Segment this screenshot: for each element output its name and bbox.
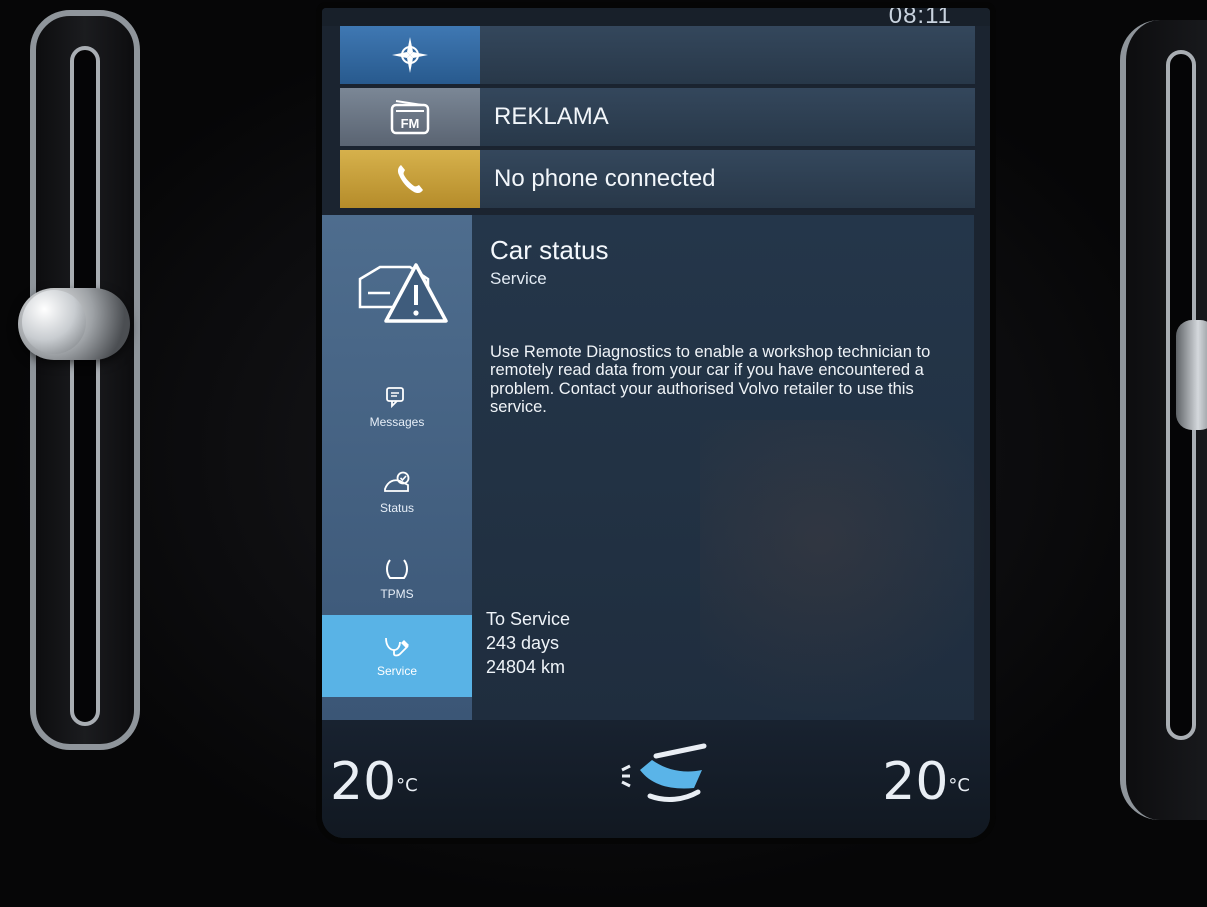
phone-status-label: No phone connected bbox=[494, 165, 716, 192]
status-bar: 08:11 bbox=[322, 8, 990, 29]
car-status-app: Messages Status TPMS Service Car status … bbox=[322, 215, 974, 720]
messages-icon bbox=[386, 387, 404, 409]
radio-station-label: REKLAMA bbox=[494, 103, 609, 130]
left-air-vent bbox=[30, 10, 140, 750]
radio-tile-icon-area: FM bbox=[340, 88, 480, 146]
sidebar-item-label: Messages bbox=[369, 415, 425, 429]
tile-navigation[interactable] bbox=[340, 26, 975, 86]
tpms-icon bbox=[386, 559, 408, 579]
tile-phone[interactable]: No phone connected bbox=[340, 150, 975, 210]
service-description: Use Remote Diagnostics to enable a works… bbox=[490, 343, 931, 417]
svg-text:FM: FM bbox=[401, 116, 420, 131]
car-status-content: Car status Service Use Remote Diagnostic… bbox=[472, 215, 974, 720]
temp-unit: °C bbox=[396, 775, 418, 796]
vent-slot bbox=[70, 46, 100, 726]
car-status-sidebar: Messages Status TPMS Service bbox=[322, 215, 472, 720]
sidebar-item-label: Status bbox=[379, 501, 415, 515]
sidebar-item-tpms[interactable]: TPMS bbox=[322, 539, 472, 619]
service-icon bbox=[385, 637, 409, 657]
phone-icon bbox=[397, 165, 423, 194]
compass-icon bbox=[392, 37, 428, 73]
service-distance: 24804 km bbox=[486, 657, 566, 677]
right-temp-value: 20 bbox=[882, 752, 949, 812]
sidebar-item-service[interactable]: Service bbox=[322, 615, 472, 697]
service-heading: To Service bbox=[486, 609, 571, 629]
page-title: Car status bbox=[490, 235, 609, 265]
center-display: 08:11 FM REKLAMA No phone connected Mess… bbox=[322, 8, 990, 838]
sidebar-item-status[interactable]: Status bbox=[322, 453, 472, 533]
temp-unit: °C bbox=[948, 775, 970, 796]
climate-bar: 20°C 20°C bbox=[322, 720, 990, 838]
vent-knob[interactable] bbox=[1176, 320, 1207, 430]
sidebar-item-label: Service bbox=[376, 664, 417, 678]
sidebar-item-messages[interactable]: Messages bbox=[322, 367, 472, 447]
seat-climate-icon[interactable] bbox=[612, 740, 712, 810]
tile-radio[interactable]: FM REKLAMA bbox=[340, 88, 975, 148]
left-temp-value: 20 bbox=[330, 752, 397, 812]
vent-knob-cap[interactable] bbox=[22, 290, 86, 354]
service-days: 243 days bbox=[486, 633, 560, 653]
right-air-vent bbox=[1120, 20, 1207, 820]
radio-icon: FM bbox=[390, 100, 430, 135]
service-info: To Service 243 days 24804 km bbox=[486, 607, 570, 679]
status-icon bbox=[384, 471, 410, 492]
navigation-tile-icon-area bbox=[340, 26, 480, 84]
car-warning-icon bbox=[358, 263, 448, 323]
phone-tile-icon-area bbox=[340, 150, 480, 208]
right-temperature[interactable]: 20°C bbox=[882, 756, 970, 808]
sidebar-item-label: TPMS bbox=[380, 587, 414, 601]
page-subtitle: Service bbox=[490, 269, 547, 288]
left-temperature[interactable]: 20°C bbox=[330, 756, 418, 808]
